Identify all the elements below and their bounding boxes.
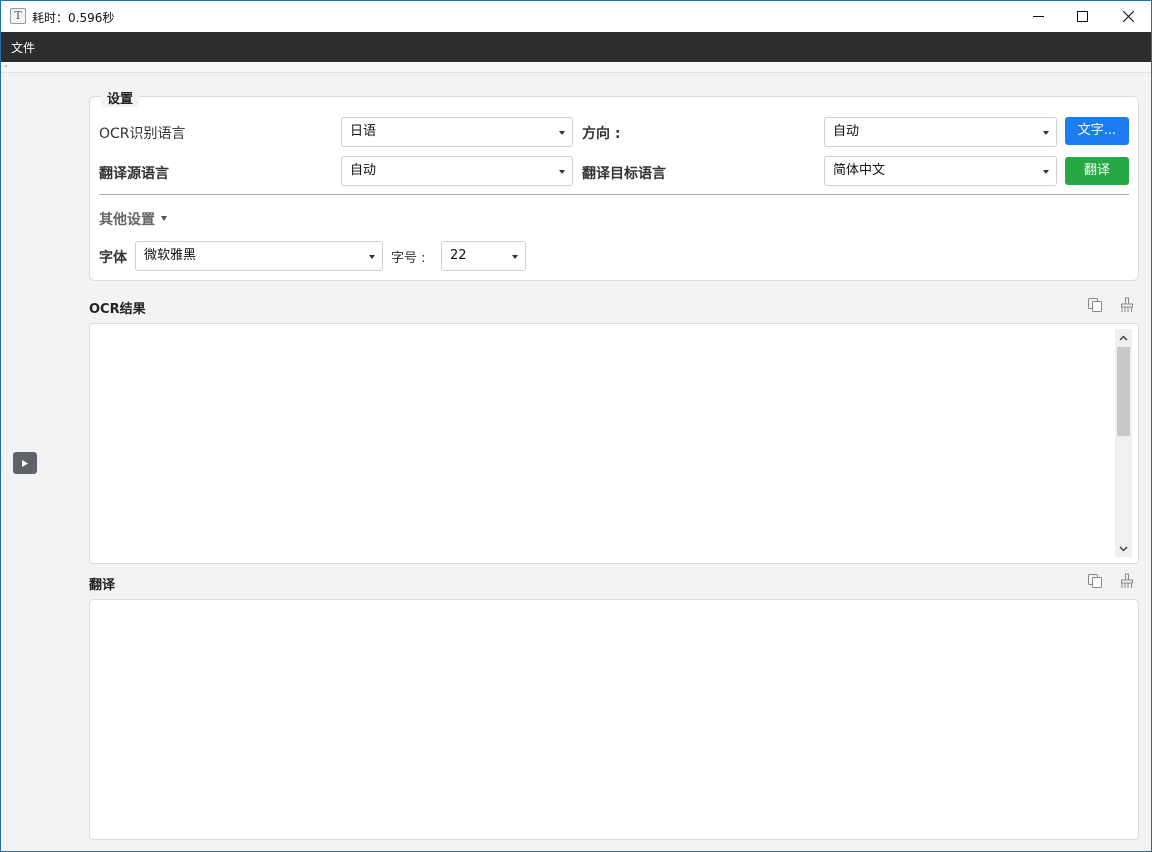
chevron-down-icon [369, 255, 375, 259]
font-select[interactable]: 微软雅黑 [135, 241, 383, 271]
direction-select[interactable]: 自动 [824, 117, 1057, 147]
caret-down-icon [161, 215, 167, 221]
copy-icon [1088, 574, 1102, 588]
ocr-result-title: OCR结果 [89, 302, 146, 317]
scroll-up-button[interactable] [1115, 329, 1132, 346]
ocr-language-select[interactable]: 日语 [341, 117, 573, 147]
font-size-label: 字号 : [391, 251, 426, 266]
scroll-thumb[interactable] [1117, 347, 1130, 436]
chevron-down-icon [559, 170, 565, 174]
source-language-label: 翻译源语言 [99, 166, 169, 182]
chevron-up-icon [1119, 335, 1128, 340]
text-button[interactable]: 文字... [1065, 117, 1129, 145]
chevron-down-icon [1043, 131, 1049, 135]
settings-legend: 设置 [101, 88, 140, 107]
translation-copy-button[interactable] [1086, 572, 1104, 590]
chevron-down-icon [512, 255, 518, 259]
ocr-clear-button[interactable] [1118, 296, 1136, 314]
app-icon: T [10, 8, 26, 24]
target-language-select[interactable]: 简体中文 [824, 156, 1057, 186]
ocr-language-label: OCR识别语言 [99, 126, 186, 142]
ocr-result-textarea[interactable] [89, 323, 1139, 564]
title-bar: T 耗时：0.596秒 [1, 1, 1151, 32]
chevron-down-icon [1043, 170, 1049, 174]
maximize-button[interactable] [1059, 1, 1105, 32]
target-language-label: 翻译目标语言 [582, 166, 666, 182]
play-arrow-icon [22, 459, 28, 467]
chevron-down-icon [1119, 546, 1128, 551]
app-window: T 耗时：0.596秒 文件 设置 OCR识别语言 日语 方向 : 自动 文字.… [0, 0, 1152, 852]
direction-value: 自动 [833, 124, 860, 139]
minimize-button[interactable] [1015, 1, 1061, 32]
font-label: 字体 [99, 250, 127, 266]
other-settings-label: 其他设置 [99, 212, 155, 228]
ocr-result-scrollbar[interactable] [1115, 329, 1132, 557]
menu-bar: 文件 [1, 32, 1151, 62]
copy-icon [1088, 298, 1102, 312]
toolbar-strip [1, 62, 1151, 73]
translate-button[interactable]: 翻译 [1065, 157, 1129, 185]
settings-divider [99, 194, 1129, 195]
other-settings-toggle[interactable]: 其他设置 [99, 209, 167, 229]
source-language-select[interactable]: 自动 [341, 156, 573, 186]
translation-title: 翻译 [89, 578, 116, 593]
menu-file[interactable]: 文件 [11, 39, 35, 56]
font-value: 微软雅黑 [144, 248, 197, 263]
scroll-down-button[interactable] [1115, 540, 1132, 557]
window-title: 耗时：0.596秒 [32, 11, 115, 25]
clear-brush-icon [1121, 297, 1133, 312]
ocr-copy-button[interactable] [1086, 296, 1104, 314]
source-language-value: 自动 [350, 163, 377, 178]
close-icon [1122, 11, 1134, 22]
minimize-icon [1032, 16, 1044, 17]
clear-brush-icon [1121, 573, 1133, 588]
chevron-down-icon [559, 131, 565, 135]
font-size-value: 22 [450, 248, 467, 263]
direction-label: 方向 : [582, 126, 621, 142]
side-panel-toggle[interactable] [13, 452, 37, 474]
font-size-select[interactable]: 22 [441, 241, 526, 271]
translation-clear-button[interactable] [1118, 572, 1136, 590]
close-button[interactable] [1105, 1, 1151, 32]
maximize-icon [1076, 11, 1088, 22]
ocr-language-value: 日语 [350, 124, 377, 139]
translation-textarea[interactable] [89, 599, 1139, 840]
strip-grip [5, 65, 7, 67]
target-language-value: 简体中文 [833, 163, 886, 178]
